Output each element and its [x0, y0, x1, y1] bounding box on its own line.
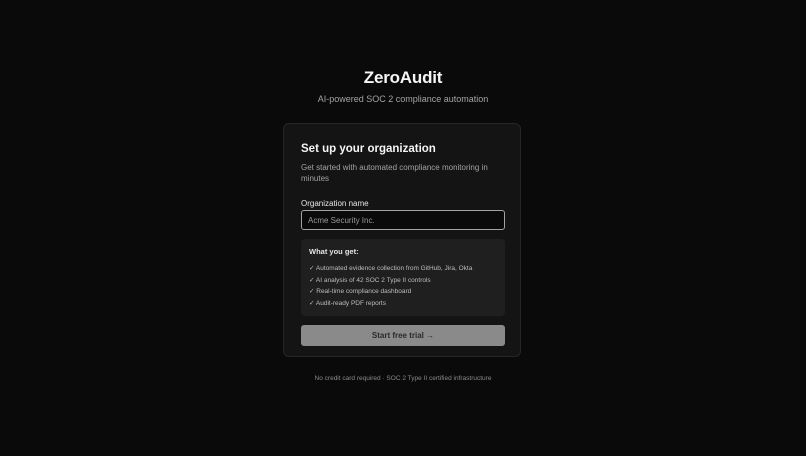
benefits-panel: What you get: ✓ Automated evidence colle…: [301, 239, 505, 316]
benefit-item: ✓ Audit-ready PDF reports: [309, 300, 386, 308]
card-title: Set up your organization: [301, 143, 436, 155]
brand-name: ZeroAudit: [363, 68, 443, 87]
organization-name-input[interactable]: [301, 210, 505, 230]
onboarding-page: ZeroAudit AI-powered SOC 2 compliance au…: [0, 0, 806, 456]
benefits-title: What you get:: [309, 247, 359, 256]
card-subtitle: Get started with automated compliance mo…: [301, 163, 488, 183]
brand-tagline: AI-powered SOC 2 compliance automation: [317, 94, 489, 104]
benefit-item: ✓ AI analysis of 42 SOC 2 Type II contro…: [309, 276, 431, 284]
footnote: No credit card required · SOC 2 Type II …: [314, 375, 492, 382]
setup-card: Set up your organization Get started wit…: [283, 123, 521, 357]
benefit-item: ✓ Real-time compliance dashboard: [309, 288, 412, 296]
benefit-item: ✓ Automated evidence collection from Git…: [309, 265, 473, 272]
organization-name-label: Organization name: [301, 199, 369, 208]
start-free-trial-button[interactable]: Start free trial →: [301, 325, 505, 346]
